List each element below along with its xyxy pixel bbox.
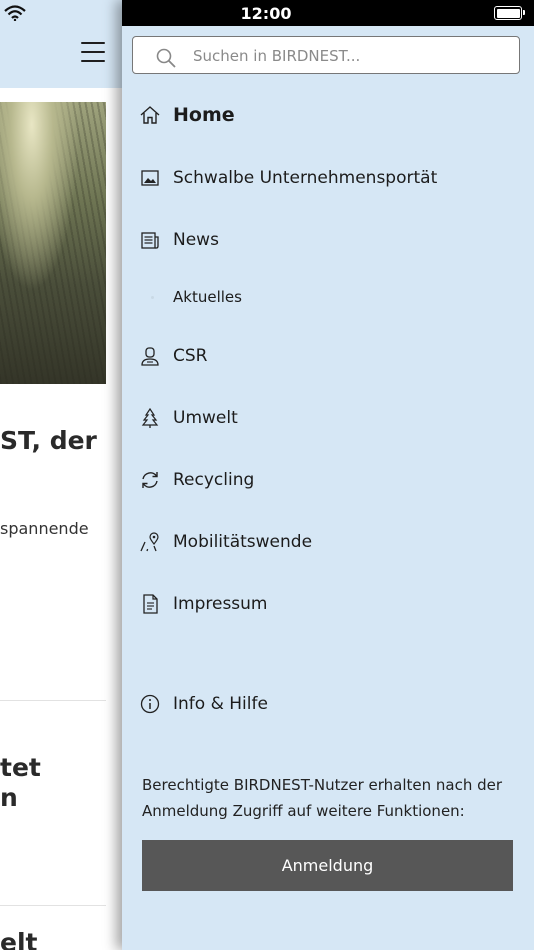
menu-item-unternehmensportaet[interactable]: Schwalbe Unternehmensportät	[138, 160, 518, 196]
menu-label-info-hilfe: Info & Hilfe	[173, 694, 268, 714]
document-icon	[138, 592, 162, 616]
route-pin-icon	[138, 530, 162, 554]
menu-item-csr[interactable]: CSR	[138, 338, 518, 374]
article-image	[0, 102, 106, 384]
info-icon	[138, 692, 162, 716]
search-input[interactable]	[191, 43, 515, 69]
menu-label-unternehmensportaet: Schwalbe Unternehmensportät	[173, 168, 438, 188]
menu-label-recycling: Recycling	[173, 470, 255, 490]
menu-item-home[interactable]: Home	[138, 97, 518, 133]
menu-label-impressum: Impressum	[173, 594, 268, 614]
refresh-icon	[138, 468, 162, 492]
article-headline[interactable]: ST, der	[0, 426, 97, 455]
menu-label-csr: CSR	[173, 346, 208, 366]
status-bar: 12:00	[122, 0, 534, 26]
menu-label-news: News	[173, 230, 219, 250]
navigation-drawer: 12:00 Home Schwalbe Unternehmensportät N…	[122, 0, 534, 950]
search-icon	[156, 48, 176, 68]
login-button[interactable]: Anmeldung	[142, 840, 513, 891]
newspaper-icon	[138, 228, 162, 252]
bullet-icon	[138, 285, 162, 309]
search-bar[interactable]	[132, 36, 520, 74]
background-header	[0, 0, 122, 88]
login-info-text: Berechtigte BIRDNEST-Nutzer erhalten nac…	[142, 776, 503, 820]
menu-item-aktuelles[interactable]: Aktuelles	[138, 279, 518, 315]
image-icon	[138, 166, 162, 190]
menu-label-home: Home	[173, 104, 235, 126]
wifi-icon	[4, 5, 26, 21]
menu-item-recycling[interactable]: Recycling	[138, 462, 518, 498]
menu-item-news[interactable]: News	[138, 222, 518, 258]
menu-label-umwelt: Umwelt	[173, 408, 238, 428]
background-page: ST, der spannende tet n elt	[0, 0, 122, 950]
article-headline-2-line1[interactable]: tet	[0, 753, 41, 782]
menu-item-info-hilfe[interactable]: Info & Hilfe	[138, 686, 518, 722]
menu-label-aktuelles: Aktuelles	[173, 288, 242, 306]
hamburger-menu-icon[interactable]	[81, 42, 105, 64]
article-headline-2-line2[interactable]: n	[0, 783, 18, 812]
divider	[0, 700, 106, 701]
menu-item-mobilitaetswende[interactable]: Mobilitätswende	[138, 524, 518, 560]
menu-item-impressum[interactable]: Impressum	[138, 586, 518, 622]
battery-icon	[494, 6, 525, 20]
person-icon	[138, 344, 162, 368]
divider	[0, 905, 106, 906]
status-time: 12:00	[240, 4, 292, 23]
menu-label-mobilitaetswende: Mobilitätswende	[173, 532, 313, 552]
tree-icon	[138, 406, 162, 430]
article-headline-3[interactable]: elt	[0, 928, 37, 950]
article-teaser: spannende	[0, 519, 89, 538]
home-icon	[138, 103, 162, 127]
menu-item-umwelt[interactable]: Umwelt	[138, 400, 518, 436]
